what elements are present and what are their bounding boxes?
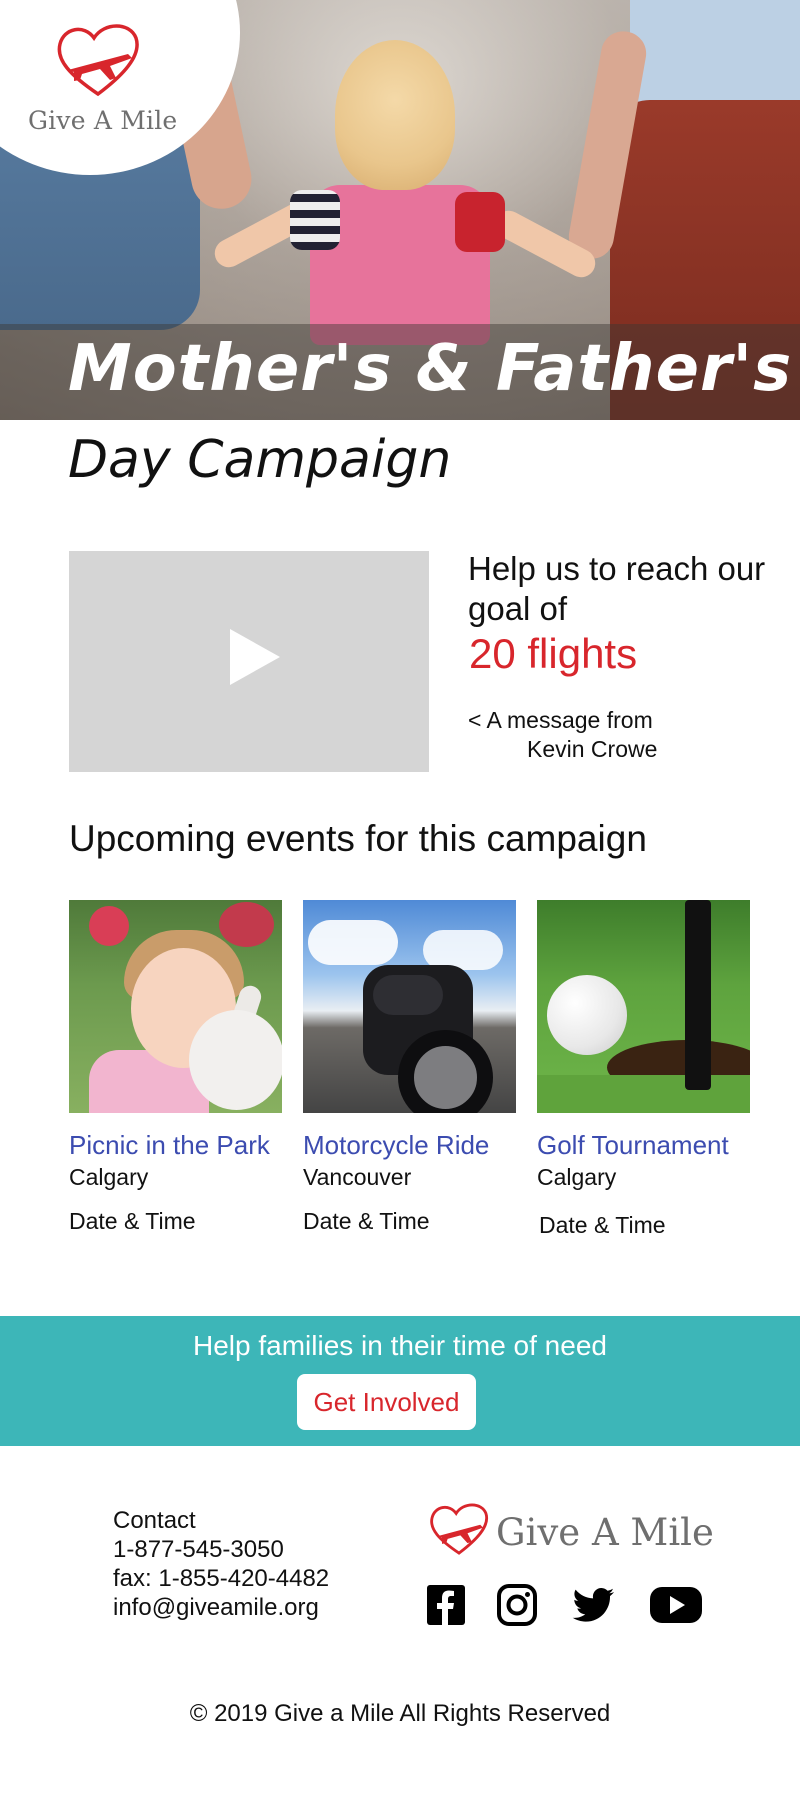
footer-logo-heart-plane-icon[interactable] bbox=[425, 1500, 493, 1558]
event-date: Date & Time bbox=[69, 1208, 196, 1234]
goal-value: 20 flights bbox=[469, 630, 638, 677]
event-title[interactable]: Golf Tournament bbox=[537, 1130, 729, 1161]
video-player[interactable] bbox=[69, 551, 429, 772]
picnic-photo[interactable] bbox=[69, 900, 282, 1113]
event-title[interactable]: Picnic in the Park bbox=[69, 1130, 270, 1161]
contact-email[interactable]: info@giveamile.org bbox=[113, 1593, 329, 1622]
event-card-picnic[interactable]: Picnic in the Park Calgary Date & Time bbox=[69, 900, 289, 1234]
twitter-icon[interactable] bbox=[570, 1582, 616, 1628]
motorcycle-photo[interactable] bbox=[303, 900, 516, 1113]
logo-heart-plane-icon[interactable] bbox=[50, 20, 146, 100]
cta-text: Help families in their time of need bbox=[193, 1330, 607, 1361]
facebook-icon[interactable] bbox=[426, 1582, 466, 1628]
events-heading: Upcoming events for this campaign bbox=[69, 818, 647, 859]
cta-banner: Help families in their time of need Get … bbox=[0, 1316, 800, 1446]
event-card-golf[interactable]: Golf Tournament Calgary Date & Time bbox=[537, 900, 757, 1238]
campaign-title-line2: Day Campaign bbox=[68, 430, 452, 490]
youtube-icon[interactable] bbox=[648, 1582, 704, 1628]
event-title[interactable]: Motorcycle Ride bbox=[303, 1130, 489, 1161]
event-date: Date & Time bbox=[539, 1212, 666, 1238]
event-city: Vancouver bbox=[303, 1164, 412, 1190]
contact-block: Contact 1-877-545-3050 fax: 1-855-420-44… bbox=[113, 1506, 329, 1622]
video-caption-line1: < A message from bbox=[468, 707, 653, 733]
event-card-motorcycle[interactable]: Motorcycle Ride Vancouver Date & Time bbox=[303, 900, 523, 1234]
copyright-text: © 2019 Give a Mile All Rights Reserved bbox=[189, 1700, 611, 1727]
contact-phone[interactable]: 1-877-545-3050 bbox=[113, 1535, 329, 1564]
event-date: Date & Time bbox=[303, 1208, 430, 1234]
goal-text: Help us to reach our goal of bbox=[468, 550, 766, 627]
contact-label: Contact bbox=[113, 1507, 196, 1534]
footer-logo-text[interactable]: Give A Mile bbox=[496, 1511, 714, 1554]
contact-fax: fax: 1-855-420-4482 bbox=[113, 1565, 330, 1592]
campaign-title-line1: Mother's & Father's bbox=[68, 332, 793, 406]
golf-photo[interactable] bbox=[537, 900, 750, 1113]
logo-text[interactable]: Give A Mile bbox=[28, 106, 177, 135]
play-icon[interactable] bbox=[230, 629, 280, 685]
instagram-icon[interactable] bbox=[496, 1582, 538, 1628]
event-city: Calgary bbox=[537, 1164, 617, 1190]
get-involved-button[interactable]: Get Involved bbox=[297, 1374, 476, 1430]
video-caption-line2: Kevin Crowe bbox=[527, 736, 658, 762]
event-city: Calgary bbox=[69, 1164, 149, 1190]
hero-image: Give A Mile Mother's & Father's bbox=[0, 0, 800, 420]
